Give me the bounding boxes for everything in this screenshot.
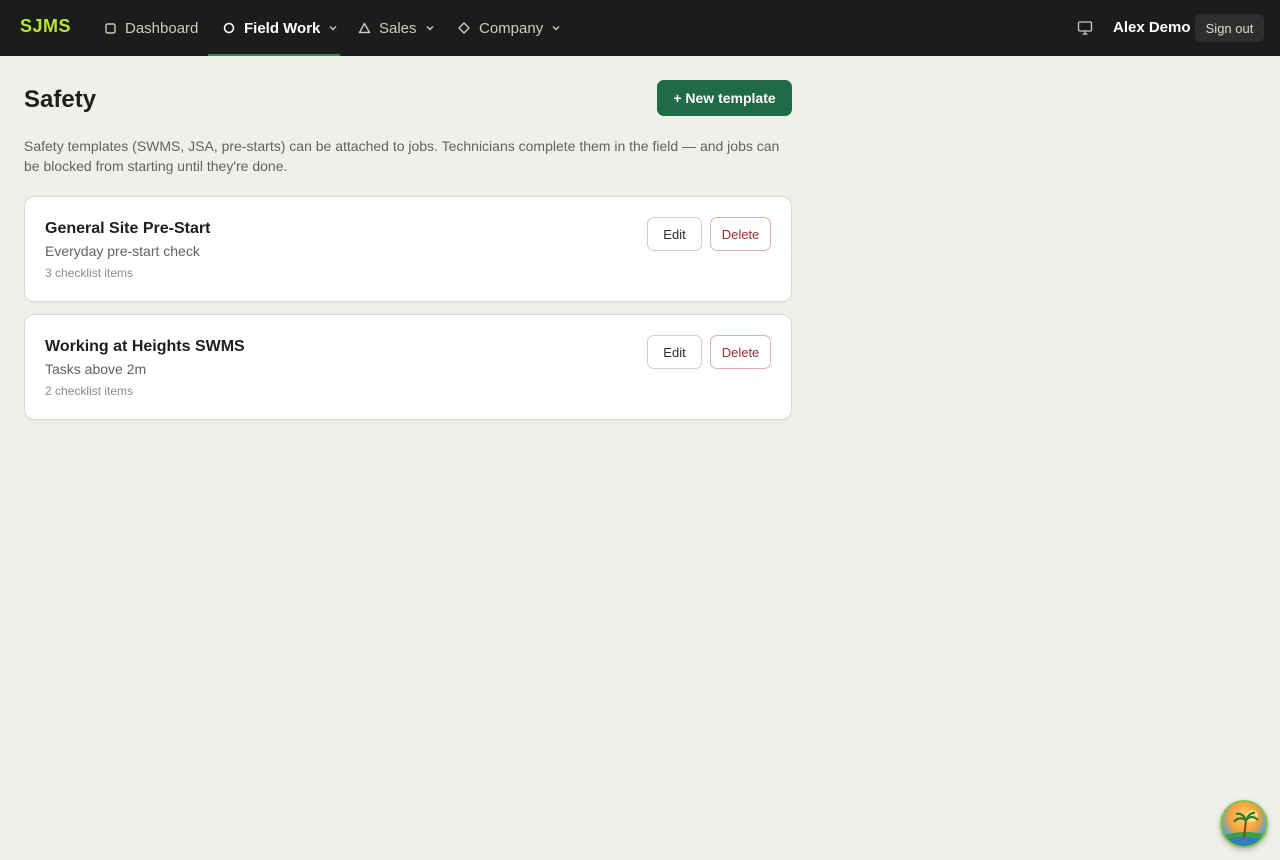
template-title: General Site Pre-Start bbox=[45, 220, 211, 237]
top-nav: SJMS Dashboard Field Work Sales Company bbox=[0, 0, 1280, 56]
sign-out-button[interactable]: Sign out bbox=[1195, 14, 1264, 42]
user-name[interactable]: Alex Demo bbox=[1113, 19, 1191, 36]
template-card: General Site Pre-Start Everyday pre-star… bbox=[24, 196, 792, 302]
square-icon bbox=[103, 21, 117, 35]
page-intro: Safety templates (SWMS, JSA, pre-starts)… bbox=[24, 138, 780, 174]
nav-item-company[interactable]: Company bbox=[457, 0, 561, 56]
nav-item-field-work[interactable]: Field Work bbox=[208, 0, 340, 56]
nav-item-label: Field Work bbox=[244, 19, 321, 37]
monitor-icon[interactable] bbox=[1077, 20, 1093, 36]
island-icon bbox=[1222, 810, 1266, 846]
nav-item-dashboard[interactable]: Dashboard bbox=[103, 0, 198, 56]
brand-logo[interactable]: SJMS bbox=[20, 16, 71, 37]
new-template-button[interactable]: + New template bbox=[657, 80, 792, 116]
nav-item-sales[interactable]: Sales bbox=[357, 0, 435, 56]
floating-assistant-button[interactable] bbox=[1220, 800, 1268, 848]
nav-item-label: Company bbox=[479, 19, 544, 37]
template-subtitle: Tasks above 2m bbox=[45, 361, 147, 377]
nav-item-label: Dashboard bbox=[125, 19, 199, 37]
edit-button[interactable]: Edit bbox=[647, 335, 702, 369]
chevron-down-icon bbox=[328, 23, 338, 33]
triangle-icon bbox=[357, 21, 371, 35]
diamond-icon bbox=[457, 21, 471, 35]
nav-item-label: Sales bbox=[379, 19, 417, 37]
circle-icon bbox=[222, 21, 236, 35]
chevron-down-icon bbox=[551, 23, 561, 33]
template-title: Working at Heights SWMS bbox=[45, 338, 245, 355]
template-item-count: 3 checklist items bbox=[45, 266, 134, 280]
delete-button[interactable]: Delete bbox=[710, 335, 771, 369]
delete-button[interactable]: Delete bbox=[710, 217, 771, 251]
page-title: Safety bbox=[24, 86, 97, 113]
template-subtitle: Everyday pre-start check bbox=[45, 243, 200, 259]
template-card: Working at Heights SWMS Tasks above 2m 2… bbox=[24, 314, 792, 420]
edit-button[interactable]: Edit bbox=[647, 217, 702, 251]
chevron-down-icon bbox=[425, 23, 435, 33]
template-item-count: 2 checklist items bbox=[45, 384, 134, 398]
